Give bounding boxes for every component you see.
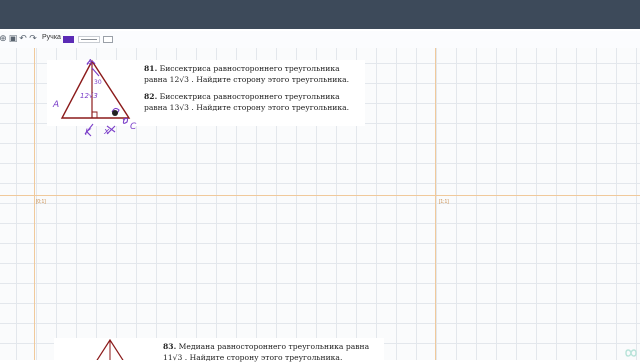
lock-icon[interactable]: ▣	[8, 34, 18, 44]
problem-text: Биссектриса равностороннего треугольника	[160, 64, 340, 73]
problem-82: 82. Биссектриса равностороннего треуголь…	[144, 92, 358, 113]
vertex-label-right: C	[130, 122, 137, 132]
problem-number: 82.	[144, 92, 157, 101]
point-label-k: K	[85, 128, 92, 138]
segment-label-x: x	[103, 127, 110, 137]
line-style-selector[interactable]	[78, 36, 100, 43]
undo-icon[interactable]: ↶	[18, 34, 28, 44]
infinity-icon	[624, 348, 638, 358]
problem-text: Биссектриса равностороннего треугольника	[160, 92, 340, 101]
problem-text: 11√3 . Найдите сторону этого треугольник…	[163, 353, 383, 363]
vertex-label-top: A	[86, 58, 92, 67]
right-angle-mark	[92, 112, 97, 118]
problem-text: Медиана равностороннего треугольника рав…	[179, 342, 369, 351]
problem-number: 81.	[144, 64, 157, 73]
cursor-dot	[112, 110, 118, 116]
redo-icon[interactable]: ↷	[28, 34, 38, 44]
triangle-figure: A A C K x 12√3 30	[47, 54, 142, 138]
page-border-left	[34, 48, 35, 360]
page-border-horizontal	[0, 195, 640, 196]
problem-81: 81. Биссектриса равностороннего треуголь…	[144, 64, 358, 85]
problem-text: равна 12√3 . Найдите сторону этого треуг…	[144, 75, 358, 86]
problem-text: равна 13√3 . Найдите сторону этого треуг…	[144, 103, 358, 114]
page-border-middle	[435, 48, 436, 360]
pen-color-swatch[interactable]	[63, 36, 74, 43]
problem-number: 83.	[163, 342, 176, 351]
height-label: 12√3	[80, 92, 98, 100]
fill-color-swatch[interactable]	[103, 36, 113, 43]
top-header-bar	[0, 0, 640, 29]
angle-label: 30	[94, 79, 102, 86]
side-label-left: A	[52, 100, 59, 110]
ink-stroke	[123, 118, 128, 123]
triangle-figure	[90, 338, 130, 360]
page-label: [0;1]	[36, 199, 46, 205]
drag-icon[interactable]: ⊕	[0, 34, 8, 44]
pen-tool-label[interactable]: Ручка	[42, 34, 61, 41]
page-label: [1;1]	[439, 199, 449, 205]
